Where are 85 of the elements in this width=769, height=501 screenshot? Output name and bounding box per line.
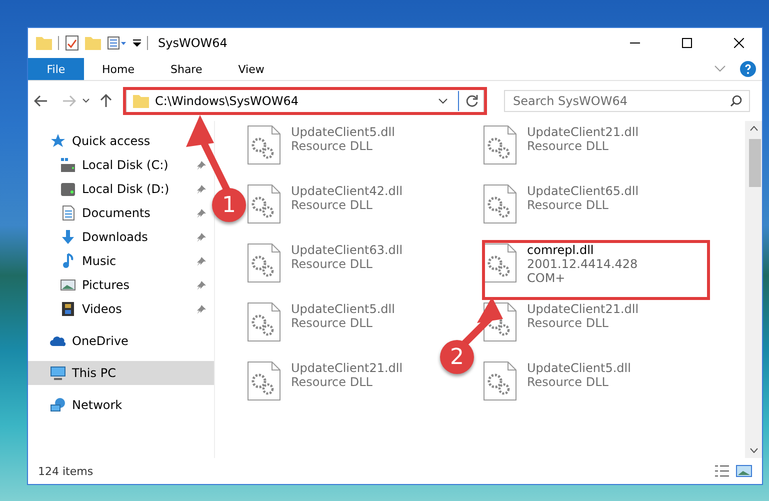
up-button[interactable]: [100, 94, 112, 108]
dll-file-icon: [247, 184, 281, 224]
file-type: Resource DLL: [527, 198, 610, 212]
file-type: COM+: [527, 271, 566, 285]
dropdown-icon[interactable]: [133, 39, 141, 47]
pin-icon: [197, 256, 206, 266]
file-name: comrepl.dll: [527, 243, 595, 257]
details-view-icon[interactable]: [714, 464, 730, 478]
nav-item[interactable]: Local Disk (C:): [28, 153, 214, 177]
nav-item[interactable]: Music: [28, 249, 214, 273]
dll-file-icon: [483, 125, 517, 165]
dll-file-icon: [483, 184, 517, 224]
address-path: C:\Windows\SysWOW64: [155, 94, 300, 108]
pin-icon: [197, 184, 206, 194]
large-icons-view-icon[interactable]: [736, 464, 752, 478]
folder-icon: [36, 36, 52, 50]
file-type: Resource DLL: [527, 139, 610, 153]
pin-icon: [197, 208, 206, 218]
picture-icon: [60, 277, 76, 293]
back-button[interactable]: [34, 95, 48, 107]
nav-item[interactable]: OneDrive: [28, 329, 214, 353]
pin-icon: [197, 232, 206, 242]
file-type: Resource DLL: [291, 257, 374, 271]
nav-item[interactable]: Downloads: [28, 225, 214, 249]
dll-file-icon: [483, 243, 517, 283]
nav-item[interactable]: Local Disk (D:): [28, 177, 214, 201]
file-name: UpdateClient5.dll: [291, 125, 395, 139]
dll-file-icon: [247, 125, 281, 165]
scroll-up-icon[interactable]: [750, 126, 758, 131]
dll-file-icon: [247, 302, 281, 342]
file-name: UpdateClient42.dll: [291, 184, 403, 198]
download-arrow-icon: [60, 229, 76, 245]
file-name: UpdateClient21.dll: [291, 361, 403, 375]
file-name: UpdateClient5.dll: [291, 302, 395, 316]
help-icon[interactable]: [740, 61, 756, 77]
checklist-icon[interactable]: [65, 35, 79, 51]
scrollbar-thumb[interactable]: [749, 139, 761, 187]
chevron-down-icon[interactable]: [438, 98, 448, 104]
file-name: UpdateClient21.dll: [527, 302, 639, 316]
pin-icon: [197, 304, 206, 314]
minimize-icon: [630, 42, 640, 44]
dll-file-icon: [483, 361, 517, 401]
file-version: 2001.12.4414.428: [527, 257, 638, 271]
pin-icon: [197, 280, 206, 290]
drive-icon: [60, 157, 76, 173]
file-type: Resource DLL: [527, 316, 610, 330]
file-name: UpdateClient65.dll: [527, 184, 639, 198]
maximize-icon: [682, 38, 692, 48]
file-type: Resource DLL: [291, 198, 374, 212]
vertical-scrollbar[interactable]: [745, 121, 762, 458]
item-count: 124 items: [38, 464, 94, 478]
close-icon: [734, 38, 744, 48]
nav-item[interactable]: Network: [28, 393, 214, 417]
file-type: Resource DLL: [291, 139, 374, 153]
nav-item[interactable]: This PC: [28, 361, 214, 385]
film-icon: [60, 301, 76, 317]
drive-icon: [60, 181, 76, 197]
monitor-icon: [50, 365, 66, 381]
file-type: Resource DLL: [527, 375, 610, 389]
address-field[interactable]: C:\Windows\SysWOW64: [126, 89, 484, 113]
pin-icon: [197, 160, 206, 170]
search-icon: [730, 95, 742, 107]
properties-icon[interactable]: [107, 36, 127, 50]
recent-locations-button[interactable]: [82, 98, 90, 104]
nav-item[interactable]: Documents: [28, 201, 214, 225]
dll-file-icon: [247, 361, 281, 401]
search-field[interactable]: Search SysWOW64: [504, 90, 750, 112]
file-type: Resource DLL: [291, 316, 374, 330]
nav-item[interactable]: Pictures: [28, 273, 214, 297]
document-icon: [60, 205, 76, 221]
music-note-icon: [60, 253, 76, 269]
network-globe-icon: [50, 397, 66, 413]
scroll-down-icon[interactable]: [750, 448, 758, 453]
file-name: UpdateClient63.dll: [291, 243, 403, 257]
folder-icon: [133, 94, 149, 108]
file-name: UpdateClient5.dll: [527, 361, 631, 375]
dll-file-icon: [247, 243, 281, 283]
window-title: SysWOW64: [158, 36, 228, 50]
refresh-icon[interactable]: [465, 94, 479, 108]
star-icon: [50, 133, 66, 149]
nav-item[interactable]: Quick access: [28, 129, 214, 153]
file-type: Resource DLL: [291, 375, 374, 389]
ribbon-tab[interactable]: File: [28, 58, 84, 80]
file-name: UpdateClient21.dll: [527, 125, 639, 139]
nav-item[interactable]: Videos: [28, 297, 214, 321]
